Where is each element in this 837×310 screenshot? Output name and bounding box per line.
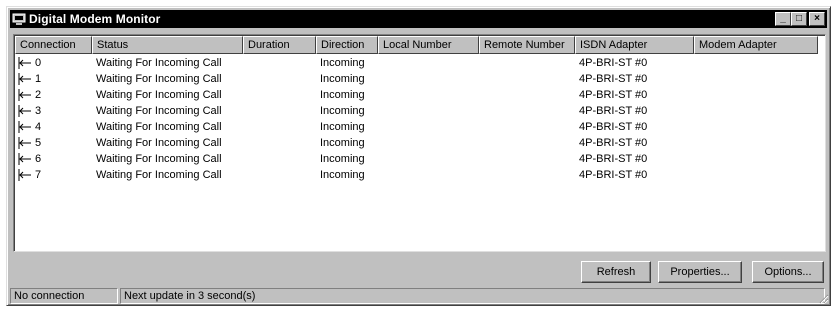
status-bar: No connection Next update in 3 second(s) <box>10 288 827 304</box>
cell-connection: 4 <box>15 121 92 133</box>
window-controls: _ □ × <box>775 12 825 26</box>
cell-isdn-adapter: 4P-BRI-ST #0 <box>579 89 648 101</box>
window-title: Digital Modem Monitor <box>29 12 161 26</box>
cell-status: Waiting For Incoming Call <box>96 73 222 85</box>
table-rows: 0 Waiting For Incoming Call Incoming 4P-BRI… <box>15 55 818 183</box>
cell-direction: Incoming <box>320 89 365 101</box>
minimize-button[interactable]: _ <box>775 12 791 26</box>
close-button[interactable]: × <box>809 12 825 26</box>
connection-number: 0 <box>35 57 42 69</box>
connection-number: 4 <box>35 121 42 133</box>
title-bar[interactable]: Digital Modem Monitor _ □ × <box>10 10 827 28</box>
cell-connection: 1 <box>15 73 92 85</box>
connections-list[interactable]: Connection Status Duration Direction Loc… <box>13 34 826 252</box>
cell-connection: 7 <box>15 169 92 181</box>
cell-direction: Incoming <box>320 169 365 181</box>
connection-icon <box>18 73 32 85</box>
column-header-connection[interactable]: Connection <box>15 36 92 54</box>
table-row[interactable]: 6 Waiting For Incoming Call Incoming 4P-BRI… <box>15 151 818 167</box>
cell-isdn-adapter: 4P-BRI-ST #0 <box>579 105 648 117</box>
cell-direction: Incoming <box>320 57 365 69</box>
connection-icon <box>18 89 32 101</box>
connection-number: 3 <box>35 105 42 117</box>
cell-connection: 3 <box>15 105 92 117</box>
cell-connection: 0 <box>15 57 92 69</box>
resize-grip-icon[interactable] <box>817 292 829 304</box>
column-header-remote-number[interactable]: Remote Number <box>479 36 575 54</box>
cell-status: Waiting For Incoming Call <box>96 105 222 117</box>
connection-number: 6 <box>35 153 42 165</box>
column-header-row: Connection Status Duration Direction Loc… <box>15 36 818 54</box>
table-row[interactable]: 2 Waiting For Incoming Call Incoming 4P-BRI… <box>15 87 818 103</box>
cell-isdn-adapter: 4P-BRI-ST #0 <box>579 153 648 165</box>
table-row[interactable]: 3 Waiting For Incoming Call Incoming 4P-BRI… <box>15 103 818 119</box>
table-row[interactable]: 7 Waiting For Incoming Call Incoming 4P-BRI… <box>15 167 818 183</box>
column-header-duration[interactable]: Duration <box>243 36 316 54</box>
app-icon <box>12 12 26 26</box>
cell-status: Waiting For Incoming Call <box>96 121 222 133</box>
cell-isdn-adapter: 4P-BRI-ST #0 <box>579 73 648 85</box>
status-update: Next update in 3 second(s) <box>120 288 825 304</box>
connection-icon <box>18 105 32 117</box>
cell-status: Waiting For Incoming Call <box>96 137 222 149</box>
cell-isdn-adapter: 4P-BRI-ST #0 <box>579 121 648 133</box>
connection-number: 5 <box>35 137 42 149</box>
connection-number: 2 <box>35 89 42 101</box>
column-header-isdn-adapter[interactable]: ISDN Adapter <box>575 36 694 54</box>
cell-connection: 6 <box>15 153 92 165</box>
table-row[interactable]: 5 Waiting For Incoming Call Incoming 4P-BRI… <box>15 135 818 151</box>
connection-icon <box>18 57 32 69</box>
digital-modem-monitor-window: Digital Modem Monitor _ □ × Connection S… <box>6 6 831 306</box>
refresh-button[interactable]: Refresh <box>581 261 651 283</box>
connection-icon <box>18 137 32 149</box>
cell-direction: Incoming <box>320 137 365 149</box>
table-row[interactable]: 1 Waiting For Incoming Call Incoming 4P-BRI… <box>15 71 818 87</box>
cell-direction: Incoming <box>320 105 365 117</box>
maximize-button[interactable]: □ <box>791 12 807 26</box>
cell-direction: Incoming <box>320 121 365 133</box>
cell-status: Waiting For Incoming Call <box>96 89 222 101</box>
column-header-status[interactable]: Status <box>92 36 243 54</box>
cell-status: Waiting For Incoming Call <box>96 57 222 69</box>
table-row[interactable]: 4 Waiting For Incoming Call Incoming 4P-BRI… <box>15 119 818 135</box>
connection-icon <box>18 169 32 181</box>
cell-connection: 5 <box>15 137 92 149</box>
cell-direction: Incoming <box>320 73 365 85</box>
table-row[interactable]: 0 Waiting For Incoming Call Incoming 4P-BRI… <box>15 55 818 71</box>
properties-button[interactable]: Properties... <box>658 261 742 283</box>
connection-number: 7 <box>35 169 42 181</box>
cell-status: Waiting For Incoming Call <box>96 169 222 181</box>
cell-status: Waiting For Incoming Call <box>96 153 222 165</box>
column-header-modem-adapter[interactable]: Modem Adapter <box>694 36 818 54</box>
cell-isdn-adapter: 4P-BRI-ST #0 <box>579 57 648 69</box>
cell-direction: Incoming <box>320 153 365 165</box>
connection-icon <box>18 121 32 133</box>
cell-isdn-adapter: 4P-BRI-ST #0 <box>579 137 648 149</box>
connection-number: 1 <box>35 73 42 85</box>
column-header-direction[interactable]: Direction <box>316 36 378 54</box>
cell-connection: 2 <box>15 89 92 101</box>
cell-isdn-adapter: 4P-BRI-ST #0 <box>579 169 648 181</box>
connection-icon <box>18 153 32 165</box>
status-connection: No connection <box>10 288 118 304</box>
column-header-local-number[interactable]: Local Number <box>378 36 479 54</box>
options-button[interactable]: Options... <box>752 261 824 283</box>
